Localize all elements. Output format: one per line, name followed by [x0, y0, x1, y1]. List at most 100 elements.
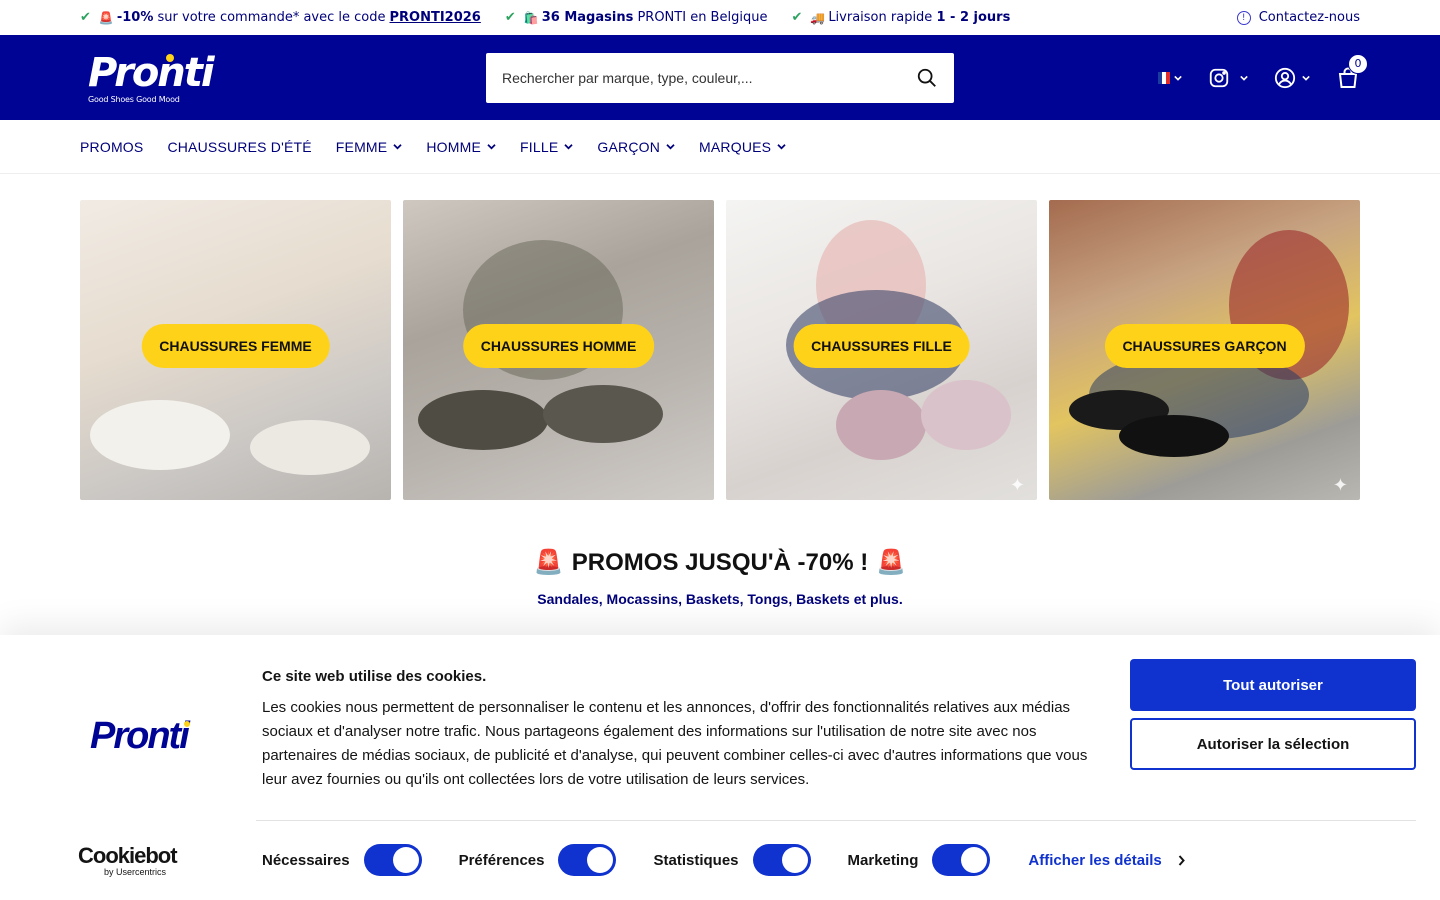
toggle-necessary: Nécessaires: [262, 844, 422, 876]
nav-item-marques[interactable]: MARQUES: [699, 139, 786, 155]
account-menu[interactable]: [1274, 67, 1310, 89]
category-tile-homme[interactable]: CHAUSSURES HOMME: [403, 200, 714, 500]
announcement-bar: ✔ 🚨 -10% sur votre commande* avec le cod…: [0, 0, 1440, 35]
nav-item-promos[interactable]: PROMOS: [80, 139, 143, 155]
logo-dot: [166, 53, 174, 62]
delivery-highlight: 1 - 2 jours: [936, 10, 1011, 25]
instagram-icon: [1209, 68, 1229, 87]
sparkle-icon: ✦: [1332, 475, 1348, 496]
switch-knob: [961, 847, 988, 873]
site-header: Pronti Good Shoes Good Mood 0: [0, 35, 1440, 120]
cookie-description: Les cookies nous permettent de personnal…: [262, 699, 1088, 788]
statistics-switch[interactable]: [752, 844, 811, 876]
nav-item-label: HOMME: [426, 138, 482, 155]
sparkle-icon: ✦: [1009, 475, 1025, 496]
sneaker-shape: [836, 390, 926, 460]
category-tiles: CHAUSSURES FEMME CHAUSSURES HOMME CHAUSS…: [80, 200, 1360, 500]
sneaker-shape: [543, 385, 663, 443]
chevron-down-icon: [487, 144, 496, 150]
preferences-switch[interactable]: [558, 844, 617, 876]
logo[interactable]: Pronti Good Shoes Good Mood: [80, 48, 215, 108]
nav-item-label: MARQUES: [699, 138, 772, 155]
sneaker-shape: [418, 390, 548, 450]
contact-link[interactable]: ! Contactez-nous: [1236, 10, 1360, 25]
sneaker-shape: [921, 380, 1011, 450]
cookiebot-logo[interactable]: Cookiebot by Usercentrics: [78, 843, 178, 878]
siren-emoji: 🚨: [876, 549, 907, 576]
logo-tagline: Good Shoes Good Mood: [88, 94, 180, 104]
stores-highlight: 36 Magasins: [541, 10, 634, 25]
promo-section: 🚨 PROMOS JUSQU'À -70% ! 🚨 Sandales, Moca…: [0, 548, 1440, 608]
divider: [256, 820, 1416, 821]
nav-item-label: FILLE: [520, 138, 559, 155]
truck-emoji: 🚚: [810, 10, 826, 25]
user-icon: [1274, 67, 1296, 88]
promo-subtitle: Sandales, Mocassins, Baskets, Tongs, Bas…: [537, 591, 903, 607]
category-tile-garcon[interactable]: CHAUSSURES GARÇON ✦: [1049, 200, 1360, 500]
toggle-marketing: Marketing: [848, 844, 991, 876]
toggle-label: Marketing: [847, 851, 919, 869]
chevron-right-icon: [1178, 854, 1185, 866]
toggle-preferences: Préférences: [459, 844, 617, 876]
info-icon: !: [1236, 10, 1251, 25]
promo-heading: 🚨 PROMOS JUSQU'À -70% ! 🚨: [534, 548, 906, 577]
necessary-switch[interactable]: [363, 844, 422, 876]
category-tile-fille[interactable]: CHAUSSURES FILLE ✦: [726, 200, 1037, 500]
cookiebot-name: Cookiebot: [78, 843, 178, 868]
sneaker-shape: [90, 400, 230, 470]
cart-button[interactable]: 0: [1336, 53, 1368, 90]
switch-knob: [781, 847, 808, 873]
promo-title: PROMOS JUSQU'À -70% !: [571, 548, 869, 576]
chevron-down-icon: [777, 144, 786, 150]
show-details-link[interactable]: Afficher les détails: [1028, 852, 1185, 869]
shopping-bags-emoji: 🛍️: [523, 10, 539, 25]
nav-item-label: PROMOS: [80, 138, 144, 155]
main-nav: PROMOS CHAUSSURES D'ÉTÉ FEMME HOMME FILLE GAR…: [0, 120, 1440, 174]
chevron-down-icon: [1240, 75, 1248, 81]
toggle-label: Nécessaires: [262, 851, 350, 869]
promo-code[interactable]: PRONTI2026: [390, 10, 481, 25]
cart-count-badge: 0: [1348, 53, 1368, 74]
nav-item-femme[interactable]: FEMME: [336, 139, 403, 155]
category-label-homme[interactable]: CHAUSSURES HOMME: [462, 324, 655, 368]
chevron-down-icon: [393, 144, 402, 150]
toggle-label: Statistiques: [653, 851, 739, 869]
toggle-label: Préférences: [458, 851, 545, 869]
promo-code-announcement: ✔ 🚨 -10% sur votre commande* avec le cod…: [80, 10, 481, 25]
check-icon: ✔: [504, 10, 516, 25]
nav-item-garçon[interactable]: GARÇON: [597, 139, 675, 155]
search-icon[interactable]: [916, 67, 938, 89]
logo-wordmark: Pronti: [88, 49, 215, 96]
check-icon: ✔: [80, 10, 91, 25]
nav-item-homme[interactable]: HOMME: [426, 139, 496, 155]
search-input[interactable]: [502, 70, 916, 86]
allow-selection-button[interactable]: Autoriser la sélection: [1130, 718, 1416, 770]
flag-fr-icon: [1158, 71, 1170, 84]
search-bar: [486, 53, 954, 103]
siren-emoji: 🚨: [98, 10, 114, 25]
stores-text: PRONTI en Belgique: [637, 10, 768, 25]
toggle-statistics: Statistiques: [653, 844, 811, 876]
cookie-title: Ce site web utilise des cookies.: [262, 668, 487, 685]
chevron-down-icon: [666, 144, 675, 150]
chevron-down-icon: [1302, 75, 1310, 81]
contact-label: Contactez-nous: [1258, 10, 1360, 25]
nav-item-label: CHAUSSURES D'ÉTÉ: [167, 138, 312, 155]
nav-item-chaussures-d-été[interactable]: CHAUSSURES D'ÉTÉ: [167, 139, 311, 155]
category-label-femme[interactable]: CHAUSSURES FEMME: [141, 324, 330, 368]
allow-all-button[interactable]: Tout autoriser: [1130, 659, 1416, 711]
category-label-fille[interactable]: CHAUSSURES FILLE: [793, 324, 970, 368]
chevron-down-icon: [1174, 75, 1182, 81]
category-label-garcon[interactable]: CHAUSSURES GARÇON: [1104, 324, 1305, 368]
promo-highlight: -10%: [116, 10, 154, 25]
category-tile-femme[interactable]: CHAUSSURES FEMME: [80, 200, 391, 500]
nav-item-fille[interactable]: FILLE: [520, 139, 573, 155]
language-selector[interactable]: [1158, 71, 1182, 84]
promo-text: sur votre commande* avec le code: [157, 10, 386, 25]
marketing-switch[interactable]: [932, 844, 991, 876]
cookie-logo-wordmark: Pronti: [90, 715, 190, 757]
nav-item-label: FEMME: [335, 138, 388, 155]
header-actions: 0: [1158, 35, 1368, 120]
instagram-selector[interactable]: [1208, 67, 1248, 89]
chevron-down-icon: [564, 144, 573, 150]
